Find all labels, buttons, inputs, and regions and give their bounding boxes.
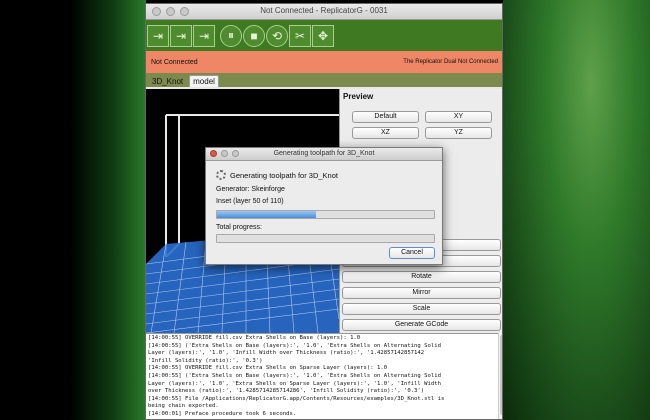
machine-status-text: The Replicator Dual Not Connected [403,59,498,65]
spinner-icon [216,170,226,180]
total-progress-bar [216,234,435,243]
console-line: [14:00:55] File /Applications/Replicator… [148,395,445,402]
pause-button[interactable]: ⏸ [220,24,242,47]
view-xy-button[interactable]: XY [425,111,492,123]
stop-button[interactable]: ■ [243,24,265,47]
stage-label: Inset (layer 50 of 110) [216,198,284,205]
background-leaf-right [503,0,650,420]
total-progress-label: Total progress: [216,224,262,231]
console-log[interactable]: [14:00:55] OVERRIDE fill.csv Extra Shell… [146,333,498,419]
console-line: [14:00:01] Preface procedure took 6 seco… [148,410,297,417]
tab-3d-knot[interactable]: 3D_Knot [149,76,186,87]
generator-label: Generator: Skeinforge [216,186,285,193]
status-bar: Not Connected The Replicator Dual Not Co… [146,51,502,75]
console-line: 'Infill Solidity (ratio):', '0.3') [148,357,263,364]
console-line: [14:00:55] ('Extra Shells on Base (layer… [148,342,441,349]
console-line: [14:00:55] OVERRIDE fill.csv Extra Shell… [148,365,388,372]
console-line: being chain exported. [148,403,219,410]
build-to-file-button[interactable]: ⇥ [170,24,192,47]
console-line: Layer (layers):', '1.0', 'Extra Shells o… [148,380,441,387]
console-line: [14:00:55] ('Extra Shells on Base (layer… [148,372,441,379]
play-file-icon: ⇥ [175,28,187,43]
play-arrow-icon: ⇥ [152,28,164,43]
dialog-titlebar: Generating toolpath for 3D_Knot [206,148,442,161]
view-xz-button[interactable]: XZ [352,127,419,139]
build-button[interactable]: ⇥ [147,24,169,47]
console-scrollbar-thumb[interactable] [500,335,502,415]
tab-strip: 3D_Knot model [146,73,502,87]
stop-icon: ■ [250,28,258,43]
console-line: [14:00:55] OVERRIDE fill.csv Extra Shell… [148,335,361,341]
stage-progress-fill [217,211,316,218]
control-panel-icon: ✥ [317,28,329,43]
dialog-heading: Generating toolpath for 3D_Knot [230,170,338,180]
stage-progress-bar [216,210,435,219]
preview-heading: Preview [343,92,374,101]
window-title: Not Connected - ReplicatorG - 0031 [260,6,388,15]
toolpath-progress-dialog: Generating toolpath for 3D_Knot Generati… [205,147,443,265]
pause-icon: ⏸ [227,28,234,42]
upload-icon: ⇥ [198,28,210,43]
dialog-header: Generating toolpath for 3D_Knot [216,170,338,180]
toolbar: ⇥ ⇥ ⇥ ⏸ ■ ⟲ ✂ ✥ [146,20,502,51]
status-text: Not Connected [151,59,198,66]
background-leaf-left [70,0,146,420]
mirror-button[interactable]: Mirror [342,287,501,299]
control-panel-button[interactable]: ✥ [312,24,334,47]
view-default-button[interactable]: Default [352,111,419,123]
console-scrollbar[interactable] [498,333,502,419]
console-line: Layer (layers):', '1.0', 'Infill Width o… [148,350,425,357]
reset-button[interactable]: ⟲ [266,24,288,47]
console-line: over Thickness (ratio):', '1.42857142857… [148,388,425,395]
rotate-button[interactable]: Rotate [342,271,501,283]
view-yz-button[interactable]: YZ [425,127,492,139]
upload-button[interactable]: ⇥ [193,24,215,47]
cancel-button[interactable]: Cancel [389,247,435,259]
connect-button[interactable]: ✂ [289,24,311,47]
disconnect-icon: ✂ [294,28,306,43]
tab-model[interactable]: model [189,75,219,87]
window-titlebar: Not Connected - ReplicatorG - 0031 [146,4,502,20]
reset-icon: ⟲ [271,28,283,43]
scale-button[interactable]: Scale [342,303,501,315]
generate-gcode-button[interactable]: Generate GCode [342,319,501,331]
dialog-title: Generating toolpath for 3D_Knot [273,150,375,157]
